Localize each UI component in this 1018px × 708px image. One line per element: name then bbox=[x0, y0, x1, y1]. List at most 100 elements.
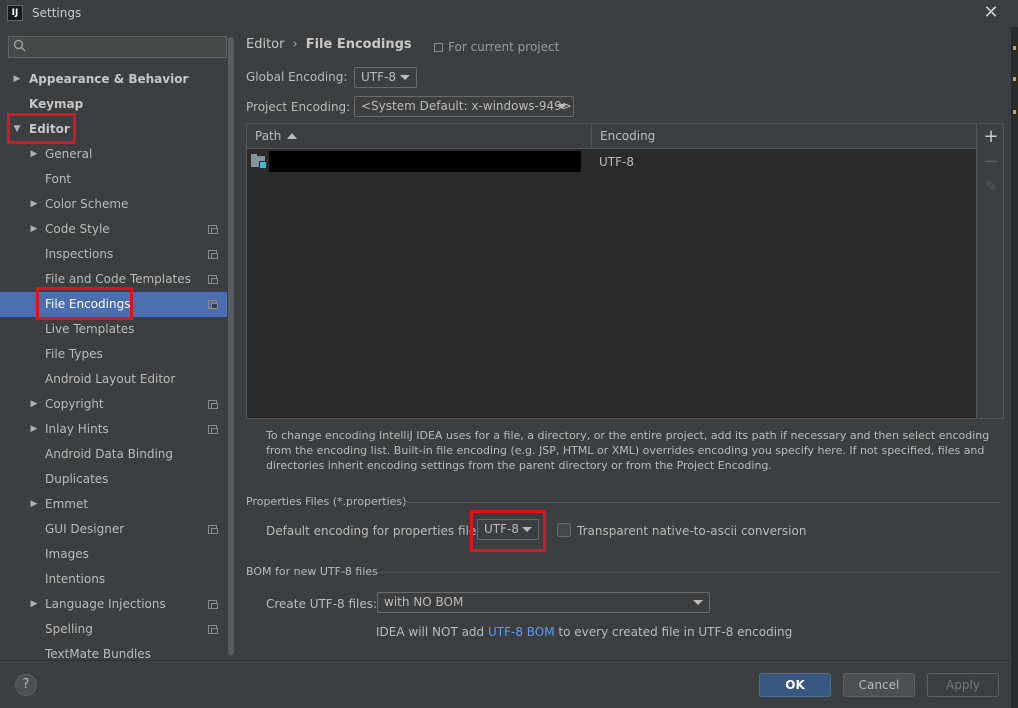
bom-note: IDEA will NOT add UTF-8 BOM to every cre… bbox=[376, 625, 792, 639]
project-encoding-select[interactable]: <System Default: x-windows-949> bbox=[354, 96, 574, 117]
ok-button[interactable]: OK bbox=[759, 673, 831, 697]
close-window-button[interactable]: ✕ bbox=[980, 2, 1002, 24]
edit-button[interactable]: ✎ bbox=[981, 177, 1001, 197]
expand-arrow-icon[interactable]: ▶ bbox=[29, 392, 39, 417]
chevron-down-icon bbox=[557, 104, 567, 109]
sidebar-item-copyright[interactable]: ▶ Copyright bbox=[0, 392, 227, 417]
sidebar-item-duplicates[interactable]: Duplicates bbox=[0, 467, 227, 492]
title-bar: IJ Settings ✕ bbox=[0, 0, 1018, 27]
utf8-bom-link[interactable]: UTF-8 BOM bbox=[488, 625, 555, 639]
project-scope-icon bbox=[208, 225, 218, 234]
collapse-arrow-icon[interactable]: ▼ bbox=[12, 117, 22, 142]
bom-note-suffix: to every created file in UTF-8 encoding bbox=[554, 625, 793, 639]
project-scope-icon bbox=[208, 425, 218, 434]
sidebar-item-general[interactable]: ▶ General bbox=[0, 142, 227, 167]
search-input[interactable] bbox=[31, 38, 221, 56]
sidebar-item-intentions[interactable]: Intentions bbox=[0, 567, 227, 592]
help-button[interactable]: ? bbox=[15, 674, 37, 696]
sidebar-item-label: Inspections bbox=[45, 247, 114, 261]
sidebar-item-label: General bbox=[45, 147, 93, 161]
table-toolbar: + − ✎ bbox=[978, 123, 1004, 419]
breadcrumb-parent[interactable]: Editor bbox=[246, 37, 284, 52]
global-encoding-select[interactable]: UTF-8 bbox=[354, 67, 417, 88]
breadcrumb-separator: › bbox=[292, 37, 298, 52]
sidebar-item-label: Keymap bbox=[29, 97, 84, 111]
chevron-down-icon bbox=[693, 600, 703, 605]
expand-arrow-icon[interactable]: ▶ bbox=[29, 192, 39, 217]
transparent-ascii-checkbox[interactable] bbox=[557, 523, 571, 537]
project-scope-icon bbox=[208, 625, 218, 634]
create-utf8-select[interactable]: with NO BOM bbox=[377, 592, 710, 613]
project-scope-icon bbox=[208, 600, 218, 609]
add-button[interactable]: + bbox=[981, 127, 1001, 147]
project-scope-icon bbox=[208, 525, 218, 534]
sidebar-item-label: Font bbox=[45, 172, 72, 186]
folder-icon bbox=[251, 154, 267, 169]
project-scope-icon bbox=[434, 43, 443, 52]
sidebar-item-appearance-behavior[interactable]: ▶ Appearance & Behavior bbox=[0, 67, 227, 92]
properties-encoding-select[interactable]: UTF-8 bbox=[477, 519, 539, 540]
sidebar-item-android-layout-editor[interactable]: Android Layout Editor bbox=[0, 367, 227, 392]
sidebar-item-emmet[interactable]: ▶ Emmet bbox=[0, 492, 227, 517]
sidebar-item-color-scheme[interactable]: ▶ Color Scheme bbox=[0, 192, 227, 217]
sidebar-item-label: Duplicates bbox=[45, 472, 109, 486]
path-encoding-table: Path Encoding UTF-8 bbox=[246, 123, 977, 419]
column-header-label: Encoding bbox=[600, 129, 656, 143]
settings-sidebar: ▶ Appearance & Behavior Keymap ▼ Editor … bbox=[0, 27, 235, 660]
separator bbox=[378, 572, 1001, 573]
sidebar-item-file-code-templates[interactable]: File and Code Templates bbox=[0, 267, 227, 292]
column-header-path[interactable]: Path bbox=[247, 124, 592, 149]
expand-arrow-icon[interactable]: ▶ bbox=[29, 417, 39, 442]
breadcrumb: Editor › File Encodings bbox=[246, 37, 412, 52]
sidebar-scrollbar[interactable] bbox=[227, 27, 235, 660]
sidebar-item-label: Emmet bbox=[45, 497, 89, 511]
row-encoding[interactable]: UTF-8 bbox=[599, 150, 634, 174]
table-row[interactable]: UTF-8 bbox=[247, 150, 976, 174]
project-encoding-value: <System Default: x-windows-949> bbox=[361, 99, 572, 113]
expand-arrow-icon[interactable]: ▶ bbox=[29, 142, 39, 167]
expand-arrow-icon[interactable]: ▶ bbox=[29, 492, 39, 517]
sidebar-item-inspections[interactable]: Inspections bbox=[0, 242, 227, 267]
expand-arrow-icon[interactable]: ▶ bbox=[29, 592, 39, 617]
bom-group-title: BOM for new UTF-8 files bbox=[246, 565, 378, 578]
remove-button[interactable]: − bbox=[981, 152, 1001, 172]
table-header: Path Encoding bbox=[247, 124, 976, 149]
sidebar-item-inlay-hints[interactable]: ▶ Inlay Hints bbox=[0, 417, 227, 442]
separator bbox=[403, 502, 1001, 503]
settings-search[interactable] bbox=[8, 36, 227, 58]
sidebar-item-label: File and Code Templates bbox=[45, 272, 191, 286]
sidebar-item-label: Spelling bbox=[45, 622, 93, 636]
sidebar-item-label: Appearance & Behavior bbox=[29, 72, 189, 86]
settings-content: Editor › File Encodings For current projec… bbox=[235, 27, 1011, 660]
sidebar-scrollbar-thumb[interactable] bbox=[228, 37, 234, 655]
sidebar-item-font[interactable]: Font bbox=[0, 167, 227, 192]
transparent-ascii-label[interactable]: Transparent native-to-ascii conversion bbox=[577, 524, 806, 538]
expand-arrow-icon[interactable]: ▶ bbox=[29, 217, 39, 242]
sidebar-item-label: Copyright bbox=[45, 397, 104, 411]
sidebar-item-file-types[interactable]: File Types bbox=[0, 342, 227, 367]
sidebar-item-gui-designer[interactable]: GUI Designer bbox=[0, 517, 227, 542]
sidebar-item-language-injections[interactable]: ▶ Language Injections bbox=[0, 592, 227, 617]
background-editor-strip bbox=[1011, 27, 1018, 708]
sidebar-item-live-templates[interactable]: Live Templates bbox=[0, 317, 227, 342]
apply-button[interactable]: Apply bbox=[927, 673, 999, 697]
dialog-footer: ? OK Cancel Apply bbox=[0, 660, 1011, 708]
sidebar-item-label: Images bbox=[45, 547, 89, 561]
sidebar-item-code-style[interactable]: ▶ Code Style bbox=[0, 217, 227, 242]
create-utf8-value: with NO BOM bbox=[384, 595, 464, 609]
sidebar-item-label: File Encodings bbox=[45, 297, 131, 311]
sidebar-item-editor[interactable]: ▼ Editor bbox=[0, 117, 227, 142]
properties-group-title: Properties Files (*.properties) bbox=[246, 495, 407, 508]
column-header-encoding[interactable]: Encoding bbox=[592, 124, 976, 149]
search-icon bbox=[13, 39, 26, 52]
cancel-button[interactable]: Cancel bbox=[843, 673, 915, 697]
scope-note-text: For current project bbox=[448, 40, 560, 54]
sidebar-item-label: Editor bbox=[29, 122, 70, 136]
sidebar-item-textmate-bundles[interactable]: TextMate Bundles bbox=[0, 642, 227, 660]
sidebar-item-file-encodings[interactable]: File Encodings bbox=[0, 292, 227, 317]
sidebar-item-android-data-binding[interactable]: Android Data Binding bbox=[0, 442, 227, 467]
sidebar-item-keymap[interactable]: Keymap bbox=[0, 92, 227, 117]
sidebar-item-images[interactable]: Images bbox=[0, 542, 227, 567]
sidebar-item-spelling[interactable]: Spelling bbox=[0, 617, 227, 642]
expand-arrow-icon[interactable]: ▶ bbox=[12, 67, 22, 92]
